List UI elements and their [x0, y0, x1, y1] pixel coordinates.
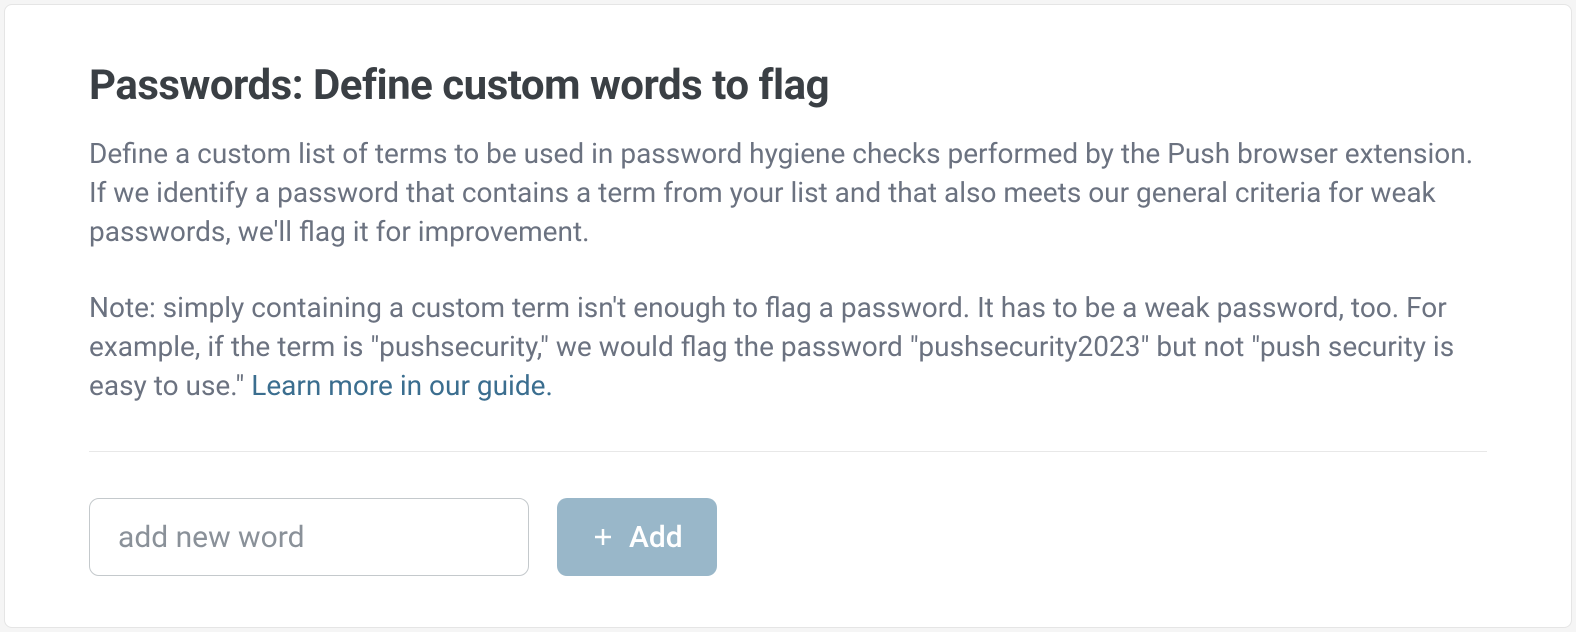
add-word-input[interactable]: [89, 498, 529, 576]
learn-more-link[interactable]: Learn more in our guide.: [251, 369, 553, 402]
divider: [89, 451, 1487, 452]
settings-card: Passwords: Define custom words to flag D…: [4, 4, 1572, 628]
add-word-row: Add: [89, 498, 1487, 576]
add-button-label: Add: [629, 520, 683, 555]
add-button[interactable]: Add: [557, 498, 717, 576]
description-text: Define a custom list of terms to be used…: [89, 134, 1487, 252]
page-title: Passwords: Define custom words to flag: [89, 61, 1487, 110]
plus-icon: [591, 525, 615, 549]
note-text: Note: simply containing a custom term is…: [89, 288, 1487, 406]
